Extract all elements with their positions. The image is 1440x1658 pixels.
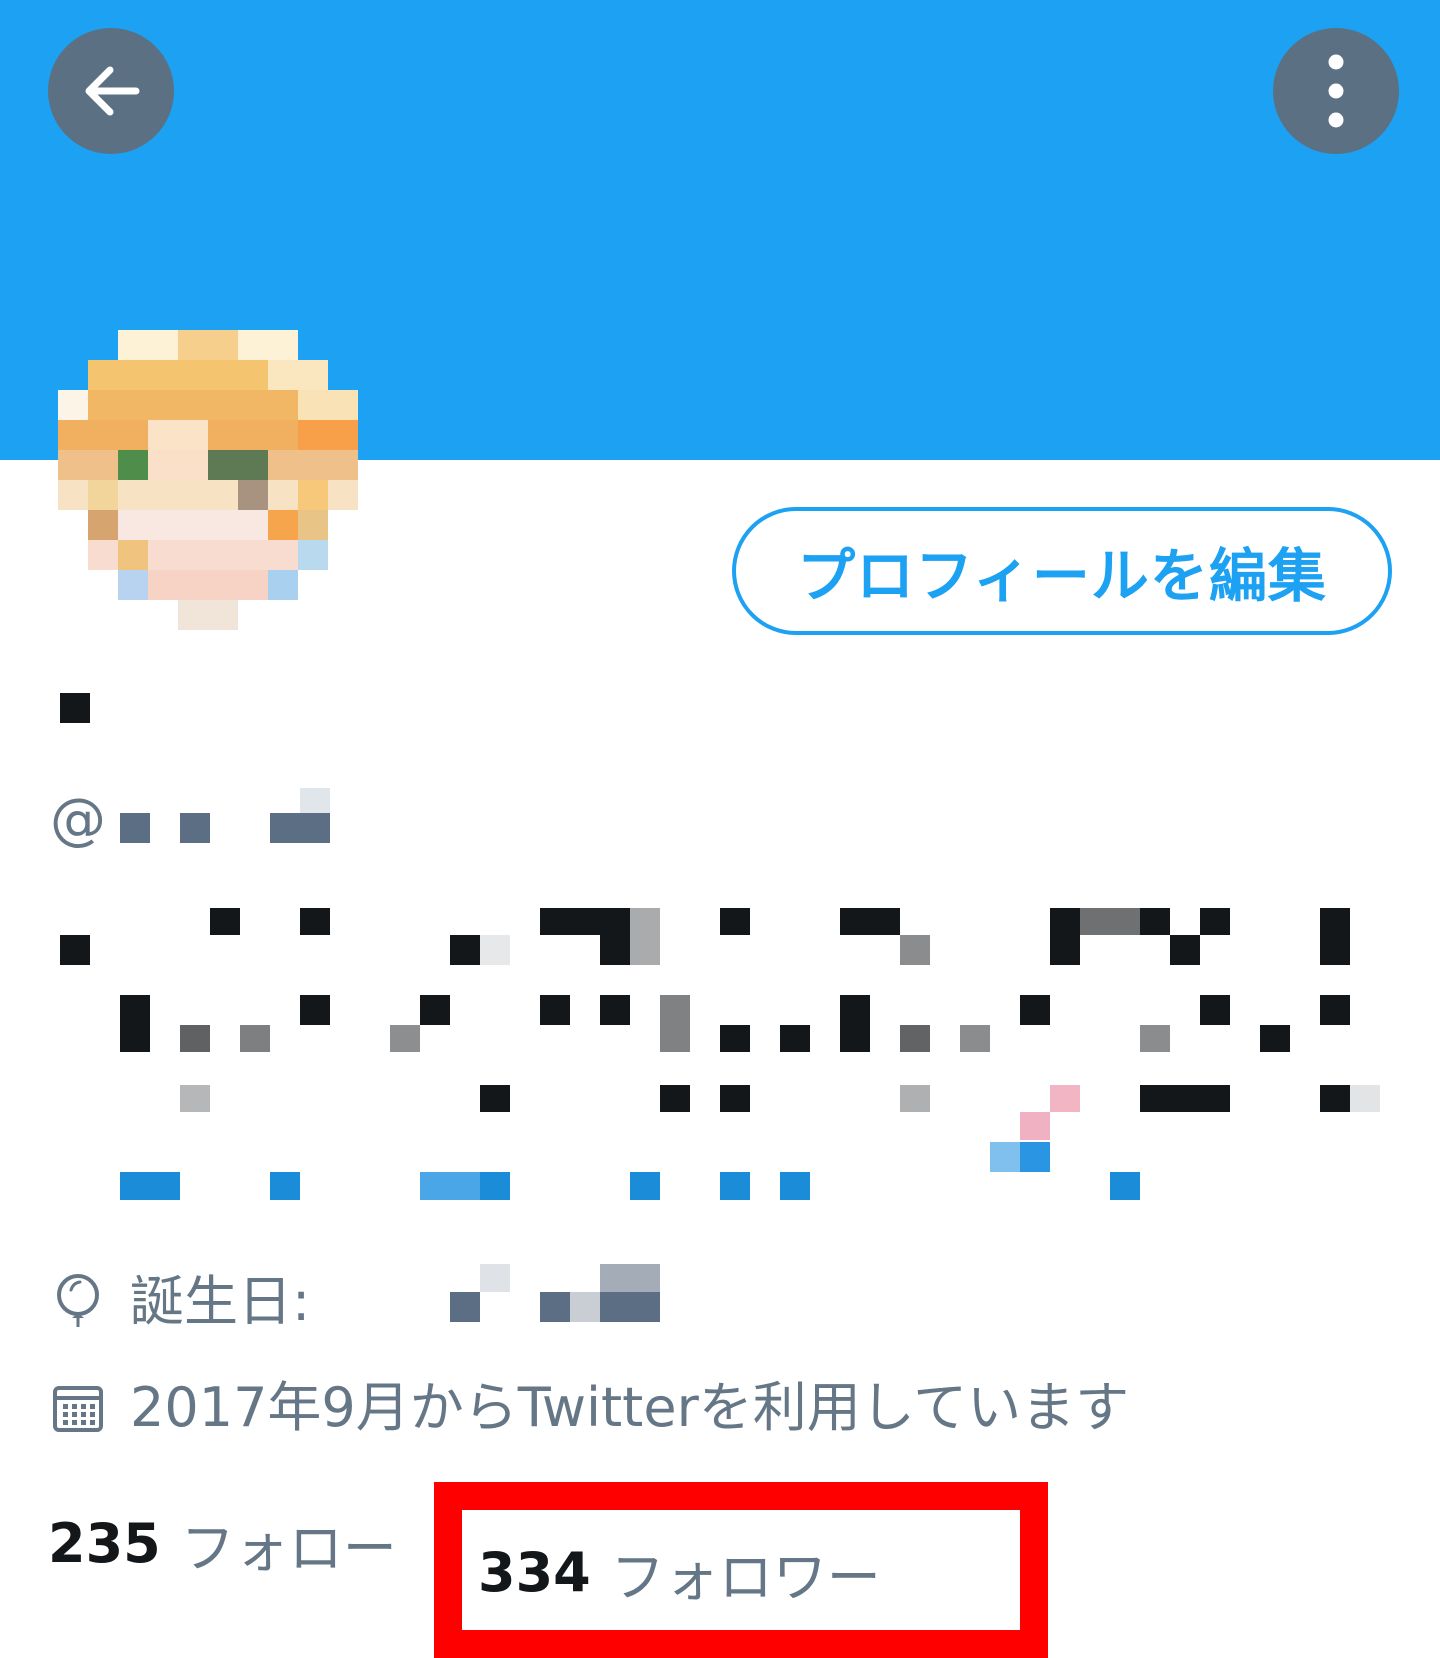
- edit-profile-button[interactable]: プロフィールを編集: [732, 507, 1392, 635]
- balloon-icon: [50, 1272, 106, 1332]
- more-options-button[interactable]: [1273, 28, 1399, 154]
- followers-label: フォロワー: [610, 1545, 881, 1609]
- following-count: 235: [48, 1512, 161, 1575]
- more-vertical-icon: [1321, 51, 1351, 131]
- followers-stat[interactable]: 334 フォロワー: [478, 1522, 881, 1622]
- calendar-icon: [50, 1378, 106, 1438]
- handle-prefix: @: [50, 787, 106, 852]
- joined-date-text: 2017年9月からTwitterを利用しています: [130, 1376, 1130, 1439]
- avatar[interactable]: [58, 330, 358, 670]
- joined-row: 2017年9月からTwitterを利用しています: [50, 1378, 1129, 1438]
- following-stat[interactable]: 235 フォロー: [48, 1504, 397, 1583]
- birthday-row: 誕生日:: [50, 1272, 310, 1332]
- arrow-left-icon: [76, 56, 146, 126]
- followers-count: 334: [478, 1540, 591, 1604]
- annotation-highlight-box: 334 フォロワー: [434, 1482, 1048, 1658]
- back-button[interactable]: [48, 28, 174, 154]
- following-label: フォロー: [180, 1517, 397, 1580]
- birthday-label: 誕生日:: [130, 1270, 311, 1333]
